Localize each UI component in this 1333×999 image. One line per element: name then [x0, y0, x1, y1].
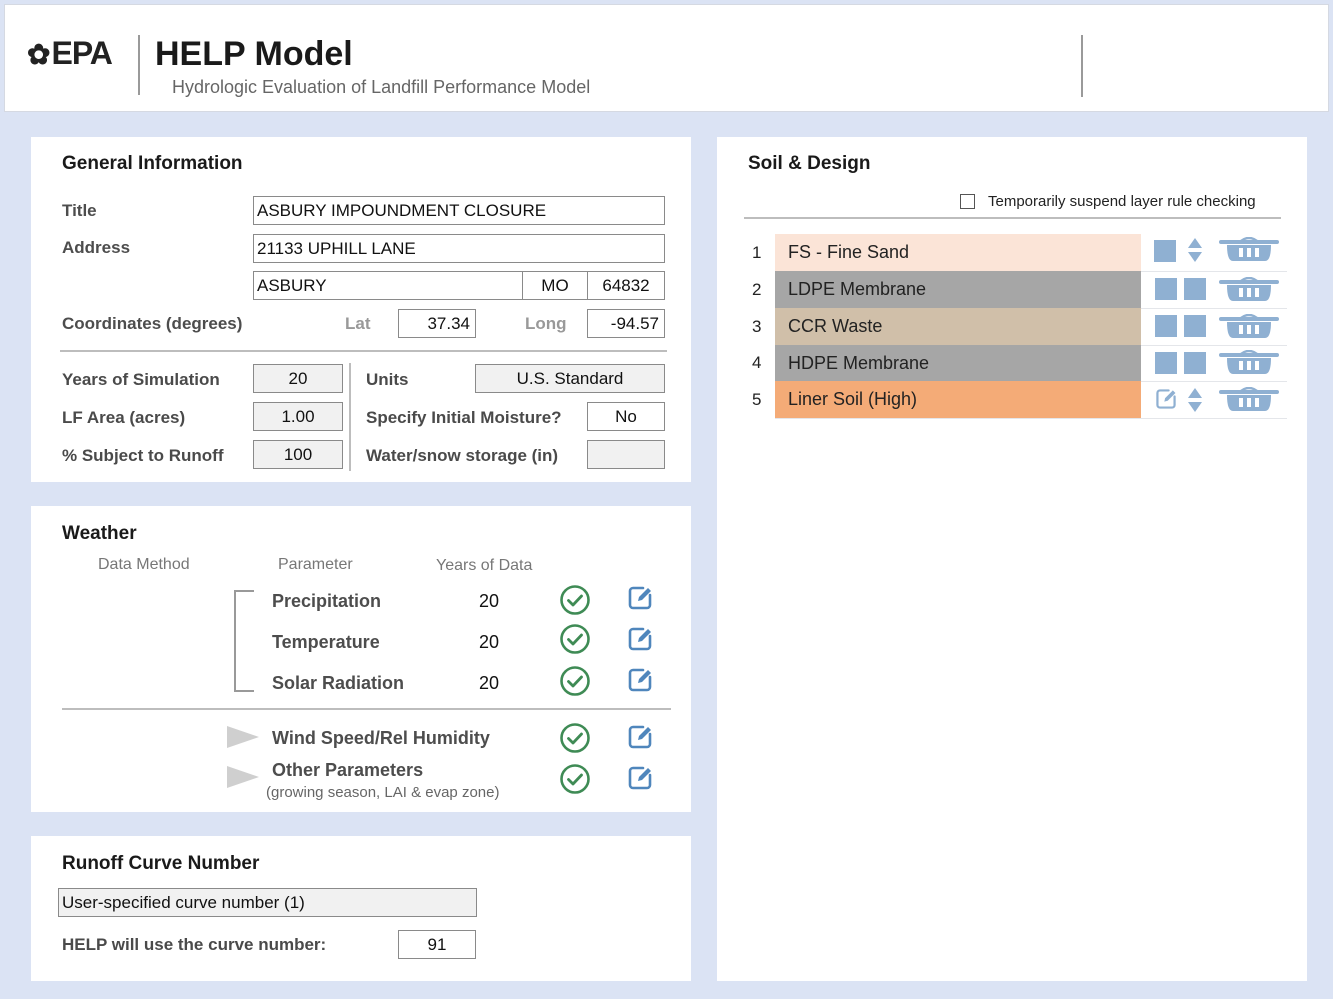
epa-logo-icon: ✿: [27, 39, 50, 70]
long-label: Long: [525, 314, 567, 333]
solar-radiation-years: 20: [479, 673, 500, 693]
layer-number: 2: [752, 280, 762, 299]
layer-icon-2: [1155, 278, 1177, 300]
epa-logo[interactable]: ✿EPA: [27, 35, 113, 72]
layer-icon-4: [1155, 352, 1177, 374]
layer-row-divider: [775, 418, 1287, 419]
runoff-curve-panel: Runoff Curve Number User-specified curve…: [31, 836, 691, 981]
suspend-rule-label: Temporarily suspend layer rule checking: [988, 193, 1256, 210]
general-divider: [60, 350, 667, 352]
curve-number-label: HELP will use the curve number:: [62, 935, 327, 954]
header-divider: [138, 35, 140, 95]
layer-number: 1: [752, 243, 762, 262]
layer-name-3[interactable]: CCR Waste: [775, 308, 1141, 345]
suspend-rule-checkbox[interactable]: [960, 194, 975, 209]
parameter-header: Parameter: [278, 556, 353, 573]
state-input[interactable]: MO: [522, 271, 588, 300]
initial-moisture-label: Specify Initial Moisture?: [366, 408, 562, 427]
edit-icon[interactable]: [626, 723, 654, 751]
address-line1-input[interactable]: 21133 UPHILL LANE: [253, 234, 665, 263]
layer-number: 5: [752, 390, 762, 409]
weather-heading: Weather: [62, 523, 137, 544]
check-circle-icon: [559, 763, 591, 795]
solar-radiation-label: Solar Radiation: [272, 673, 405, 693]
weather-panel: Weather Data Method Parameter Years of D…: [31, 506, 691, 812]
delete-layer-icon[interactable]: [1219, 237, 1279, 263]
layer-icon-4b: [1184, 352, 1206, 374]
other-parameters-note: (growing season, LAI & evap zone): [266, 784, 500, 801]
wind-humidity-label: Wind Speed/Rel Humidity: [272, 728, 490, 748]
soil-design-heading: Soil & Design: [748, 153, 871, 174]
sort-arrows-icon[interactable]: [1187, 387, 1203, 413]
edit-icon[interactable]: [1154, 387, 1178, 411]
curve-method-select[interactable]: User-specified curve number (1): [58, 888, 477, 917]
other-parameters-label: Other Parameters: [272, 760, 424, 780]
runoff-percent-input[interactable]: 100: [253, 440, 343, 469]
check-circle-icon: [559, 665, 591, 697]
layer-number: 4: [752, 353, 762, 372]
soil-design-panel: Soil & Design Temporarily suspend layer …: [717, 137, 1307, 981]
delete-layer-icon[interactable]: [1219, 277, 1279, 303]
lf-area-label: LF Area (acres): [62, 408, 186, 427]
temperature-label: Temperature: [272, 632, 380, 652]
sort-arrows-icon[interactable]: [1187, 237, 1203, 263]
edit-icon[interactable]: [626, 584, 654, 612]
years-of-data-header: Years of Data: [436, 557, 533, 574]
units-select[interactable]: U.S. Standard: [475, 364, 665, 393]
zip-input[interactable]: 64832: [587, 271, 665, 300]
layer-icon-3: [1155, 315, 1177, 337]
layer-number: 3: [752, 317, 762, 336]
temperature-years: 20: [479, 632, 500, 652]
precipitation-years: 20: [479, 591, 500, 611]
title-input[interactable]: ASBURY IMPOUNDMENT CLOSURE: [253, 196, 665, 225]
edit-icon[interactable]: [626, 666, 654, 694]
title-label: Title: [62, 201, 97, 220]
expand-triangle-icon[interactable]: [227, 766, 259, 788]
edit-icon[interactable]: [626, 764, 654, 792]
years-of-simulation-input[interactable]: 20: [253, 364, 343, 393]
layer-name-5[interactable]: Liner Soil (High): [775, 381, 1141, 418]
soil-divider: [744, 217, 1281, 219]
data-method-bracket: [234, 590, 254, 692]
delete-layer-icon[interactable]: [1219, 387, 1279, 413]
layer-name-1[interactable]: FS - Fine Sand: [775, 234, 1141, 271]
edit-icon[interactable]: [626, 625, 654, 653]
header-bar: ✿EPA HELP Model Hydrologic Evaluation of…: [4, 4, 1329, 112]
layer-icon-1: [1154, 240, 1176, 262]
header-right-divider: [1081, 35, 1083, 97]
check-circle-icon: [559, 623, 591, 655]
units-label: Units: [366, 370, 409, 389]
delete-layer-icon[interactable]: [1219, 314, 1279, 340]
runoff-percent-label: % Subject to Runoff: [62, 446, 224, 465]
coordinates-label: Coordinates (degrees): [62, 314, 243, 333]
lf-area-input[interactable]: 1.00: [253, 402, 343, 431]
lat-input[interactable]: 37.34: [398, 309, 476, 338]
runoff-curve-heading: Runoff Curve Number: [62, 853, 260, 874]
layer-icon-3b: [1184, 315, 1206, 337]
curve-number-value: 91: [398, 930, 476, 959]
general-information-panel: General Information Title ASBURY IMPOUND…: [31, 137, 691, 482]
weather-divider: [62, 708, 671, 710]
layer-name-4[interactable]: HDPE Membrane: [775, 345, 1141, 382]
initial-moisture-select[interactable]: No: [587, 402, 665, 431]
general-information-heading: General Information: [62, 153, 243, 174]
data-method-header: Data Method: [98, 556, 190, 573]
years-of-simulation-label: Years of Simulation: [62, 370, 220, 389]
precipitation-label: Precipitation: [272, 591, 382, 611]
delete-layer-icon[interactable]: [1219, 350, 1279, 376]
expand-triangle-icon[interactable]: [227, 726, 259, 748]
app-title: HELP Model: [155, 35, 353, 73]
long-input[interactable]: -94.57: [587, 309, 665, 338]
check-circle-icon: [559, 584, 591, 616]
lat-label: Lat: [345, 314, 371, 333]
address-label: Address: [62, 238, 131, 257]
snow-storage-input[interactable]: [587, 440, 665, 469]
check-circle-icon: [559, 722, 591, 754]
layer-icon-2b: [1184, 278, 1206, 300]
layer-name-2[interactable]: LDPE Membrane: [775, 271, 1141, 308]
app-subtitle: Hydrologic Evaluation of Landfill Perfor…: [172, 77, 591, 97]
city-input[interactable]: ASBURY: [253, 271, 523, 300]
snow-storage-label: Water/snow storage (in): [366, 446, 559, 465]
general-column-divider: [349, 363, 351, 471]
